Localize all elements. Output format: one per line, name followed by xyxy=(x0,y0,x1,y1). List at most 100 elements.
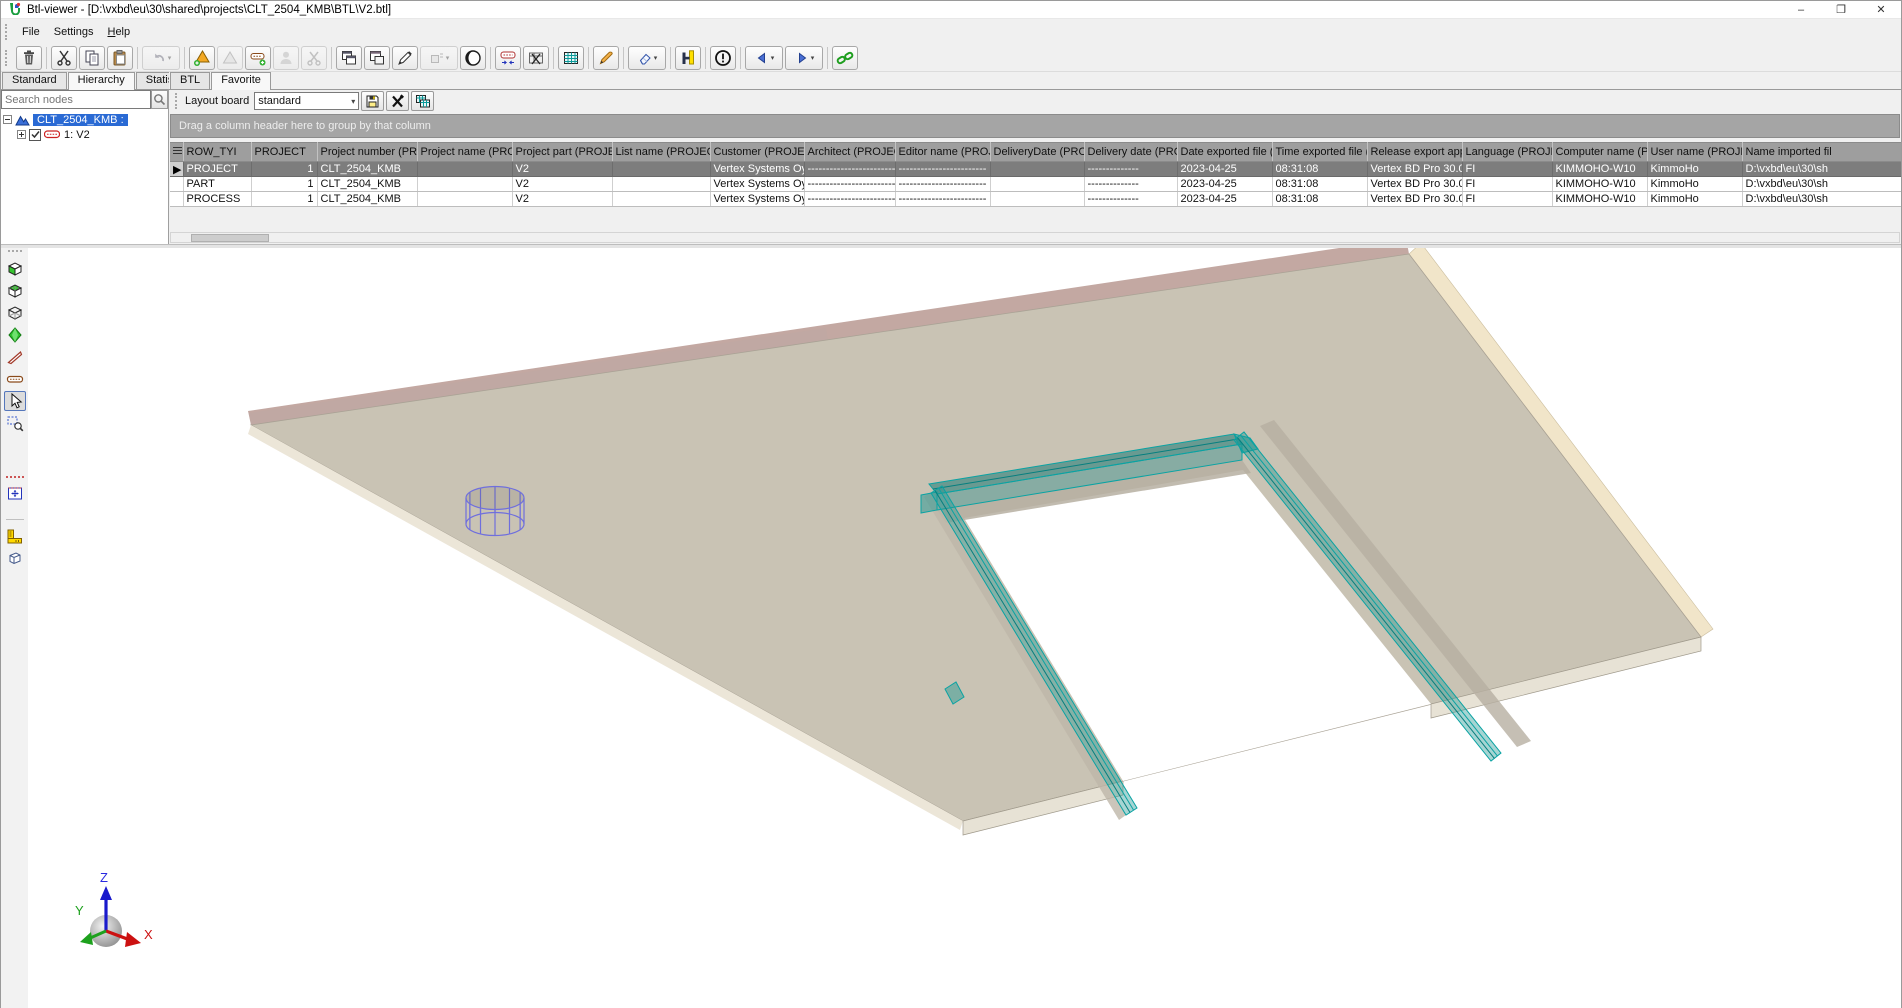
grid-cell[interactable]: ------------------------ xyxy=(895,162,990,177)
board-button[interactable] xyxy=(4,369,26,389)
grid-cell[interactable]: CLT_2504_KMB xyxy=(317,162,417,177)
grid-cell[interactable]: 1 xyxy=(251,192,317,207)
select-cursor-button[interactable] xyxy=(4,391,26,411)
menu-help[interactable]: Help xyxy=(100,23,137,41)
table-grid-button[interactable] xyxy=(558,46,584,70)
grid-cell[interactable]: 08:31:08 xyxy=(1272,177,1367,192)
undo-button[interactable]: ▾ xyxy=(142,46,180,70)
grid-cell[interactable]: 2023-04-25 xyxy=(1177,192,1272,207)
grid-cell[interactable]: FI xyxy=(1462,177,1552,192)
column-header[interactable]: Editor name (PROJE xyxy=(895,143,990,162)
model-scene[interactable]: Z X Y xyxy=(28,248,1902,1008)
column-header[interactable]: Project number (PR xyxy=(317,143,417,162)
maximize-button[interactable]: ❐ xyxy=(1821,1,1861,18)
person-button[interactable] xyxy=(273,46,299,70)
column-header[interactable]: List name (PROJECT xyxy=(612,143,710,162)
tree-root-label[interactable]: CLT_2504_KMB : xyxy=(33,114,128,126)
copy-window-alt-button[interactable] xyxy=(364,46,390,70)
column-header[interactable]: Project name (PROJ xyxy=(417,143,512,162)
grid-cell[interactable] xyxy=(417,177,512,192)
column-header[interactable]: Delivery date (PRO. xyxy=(1084,143,1177,162)
view-shaded-button[interactable] xyxy=(4,325,26,345)
column-header[interactable]: Project part (PROJE xyxy=(512,143,612,162)
redline-pen-button[interactable] xyxy=(4,347,26,367)
view-wireframe-button[interactable] xyxy=(4,303,26,323)
grid-cell[interactable]: KIMMOHO-W10 xyxy=(1552,177,1647,192)
grid-cell[interactable]: -------------- xyxy=(1084,162,1177,177)
view-solid-button[interactable] xyxy=(4,259,26,279)
layout-board-select[interactable]: standard ▾ xyxy=(254,92,359,110)
grid-cell[interactable]: ------------------------ xyxy=(895,177,990,192)
column-header[interactable]: ROW_TYI xyxy=(183,143,251,162)
scrollbar-thumb[interactable] xyxy=(191,234,269,242)
add-board-button[interactable] xyxy=(245,46,271,70)
grid-cell[interactable]: KIMMOHO-W10 xyxy=(1552,192,1647,207)
chart-save-button[interactable] xyxy=(675,46,701,70)
grid-cell[interactable] xyxy=(417,192,512,207)
grid-cell[interactable]: V2 xyxy=(512,162,612,177)
grid-horizontal-scrollbar[interactable] xyxy=(170,232,1900,243)
grid-cell[interactable]: D:\vxbd\eu\30\sh xyxy=(1742,192,1901,207)
grid-cell[interactable]: ------------------------ xyxy=(804,162,895,177)
tab-btl[interactable]: BTL xyxy=(170,72,210,89)
grid-cell[interactable]: FI xyxy=(1462,162,1552,177)
save-layout-button[interactable] xyxy=(361,91,384,111)
grid-cell[interactable]: PART xyxy=(183,177,251,192)
grid-cell[interactable] xyxy=(990,162,1084,177)
minimize-button[interactable]: – xyxy=(1781,1,1821,18)
grid-cell[interactable]: Vertex BD Pro 30.0. xyxy=(1367,162,1462,177)
node-checkbox[interactable] xyxy=(29,129,41,141)
add-note-button[interactable] xyxy=(189,46,215,70)
grid-cell[interactable]: PROJECT xyxy=(183,162,251,177)
column-header[interactable]: Architect (PROJECT xyxy=(804,143,895,162)
info-button[interactable] xyxy=(710,46,736,70)
zoom-fit-button[interactable] xyxy=(4,483,26,503)
layout-tools-button[interactable] xyxy=(386,91,409,111)
copy-window-button[interactable] xyxy=(336,46,362,70)
tab-favorite[interactable]: Favorite xyxy=(211,72,271,90)
column-header[interactable]: User name (PROJEC xyxy=(1647,143,1742,162)
grid-cell[interactable]: V2 xyxy=(512,177,612,192)
paste-button[interactable] xyxy=(107,46,133,70)
column-header[interactable]: DeliveryDate (PROJ xyxy=(990,143,1084,162)
grid-cell[interactable]: ------------------------ xyxy=(804,192,895,207)
column-header[interactable]: Release export app xyxy=(1367,143,1462,162)
grid-cell[interactable]: 08:31:08 xyxy=(1272,192,1367,207)
expand-expander[interactable] xyxy=(17,130,26,139)
cut-table-button[interactable] xyxy=(523,46,549,70)
grid-cell[interactable]: KimmoHo xyxy=(1647,192,1742,207)
tree-child-row[interactable]: 1: V2 xyxy=(3,127,166,142)
collapse-expander[interactable] xyxy=(3,115,12,124)
grid-cell[interactable]: V2 xyxy=(512,192,612,207)
grid-cell[interactable]: PROCESS xyxy=(183,192,251,207)
tree-child-label[interactable]: 1: V2 xyxy=(64,129,90,141)
layout-tables-button[interactable] xyxy=(411,91,434,111)
column-header[interactable]: Customer (PROJECT xyxy=(710,143,804,162)
column-header[interactable]: Name imported fil xyxy=(1742,143,1901,162)
grid-cell[interactable]: D:\vxbd\eu\30\sh xyxy=(1742,177,1901,192)
grid-cell[interactable] xyxy=(612,177,710,192)
delete-button[interactable] xyxy=(16,46,42,70)
nav-forward-button[interactable]: ▾ xyxy=(785,46,823,70)
grid-cell[interactable]: -------------- xyxy=(1084,177,1177,192)
grid-cell[interactable]: 08:31:08 xyxy=(1272,162,1367,177)
grid-cell[interactable]: CLT_2504_KMB xyxy=(317,177,417,192)
grid-cell[interactable]: D:\vxbd\eu\30\sh xyxy=(1742,162,1901,177)
grid-cell[interactable] xyxy=(612,192,710,207)
viewport-3d[interactable]: Z X Y xyxy=(28,248,1901,1008)
column-header[interactable]: Date exported file ( xyxy=(1177,143,1272,162)
view-hidden-line-button[interactable] xyxy=(4,281,26,301)
edit-pencil-button[interactable] xyxy=(593,46,619,70)
grid-cell[interactable]: -------------- xyxy=(1084,192,1177,207)
grid-cell[interactable]: Vertex BD Pro 30.0. xyxy=(1367,192,1462,207)
tree-root-row[interactable]: CLT_2504_KMB : xyxy=(3,112,166,127)
grid-cell[interactable]: 1 xyxy=(251,177,317,192)
table-row[interactable]: PROCESS 1 CLT_2504_KMB V2 Vertex Systems… xyxy=(170,192,1901,207)
grid-cell[interactable] xyxy=(612,162,710,177)
zoom-window-button[interactable] xyxy=(4,413,26,433)
grid-cell[interactable]: Vertex Systems Oy xyxy=(710,192,804,207)
grid-cell[interactable]: KimmoHo xyxy=(1647,162,1742,177)
tab-hierarchy[interactable]: Hierarchy xyxy=(68,72,135,90)
grid-cell[interactable]: Vertex Systems Oy xyxy=(710,162,804,177)
grid-cell[interactable] xyxy=(417,162,512,177)
